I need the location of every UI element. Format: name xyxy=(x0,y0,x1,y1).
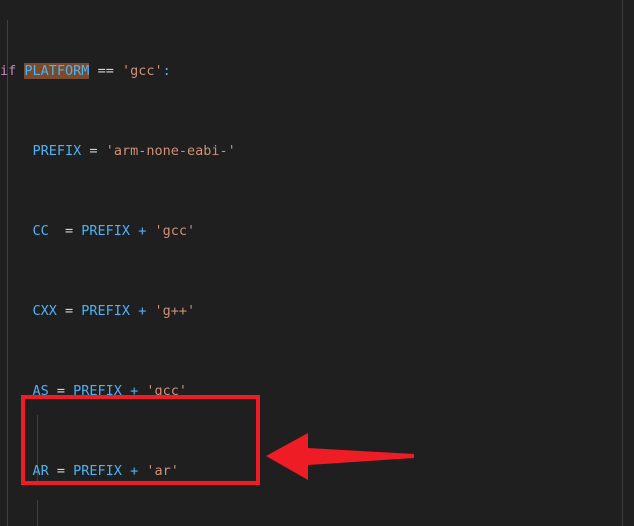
code-line[interactable]: CC = PREFIX + 'gcc' xyxy=(0,221,634,241)
string-literal: 'gcc' xyxy=(121,63,163,79)
code-line[interactable]: CXX = PREFIX + 'g++' xyxy=(0,301,634,321)
code-content[interactable]: if PLATFORM == 'gcc': PREFIX = 'arm-none… xyxy=(0,0,634,526)
code-editor[interactable]: if PLATFORM == 'gcc': PREFIX = 'arm-none… xyxy=(0,0,634,526)
code-line[interactable]: if PLATFORM == 'gcc': xyxy=(0,61,634,81)
keyword-if: if xyxy=(0,63,17,79)
code-line[interactable]: AS = PREFIX + 'gcc' xyxy=(0,381,634,401)
code-line[interactable]: PREFIX = 'arm-none-eabi-' xyxy=(0,141,634,161)
code-line[interactable]: AR = PREFIX + 'ar' xyxy=(0,461,634,481)
selected-token-platform[interactable]: PLATFORM xyxy=(24,63,90,79)
